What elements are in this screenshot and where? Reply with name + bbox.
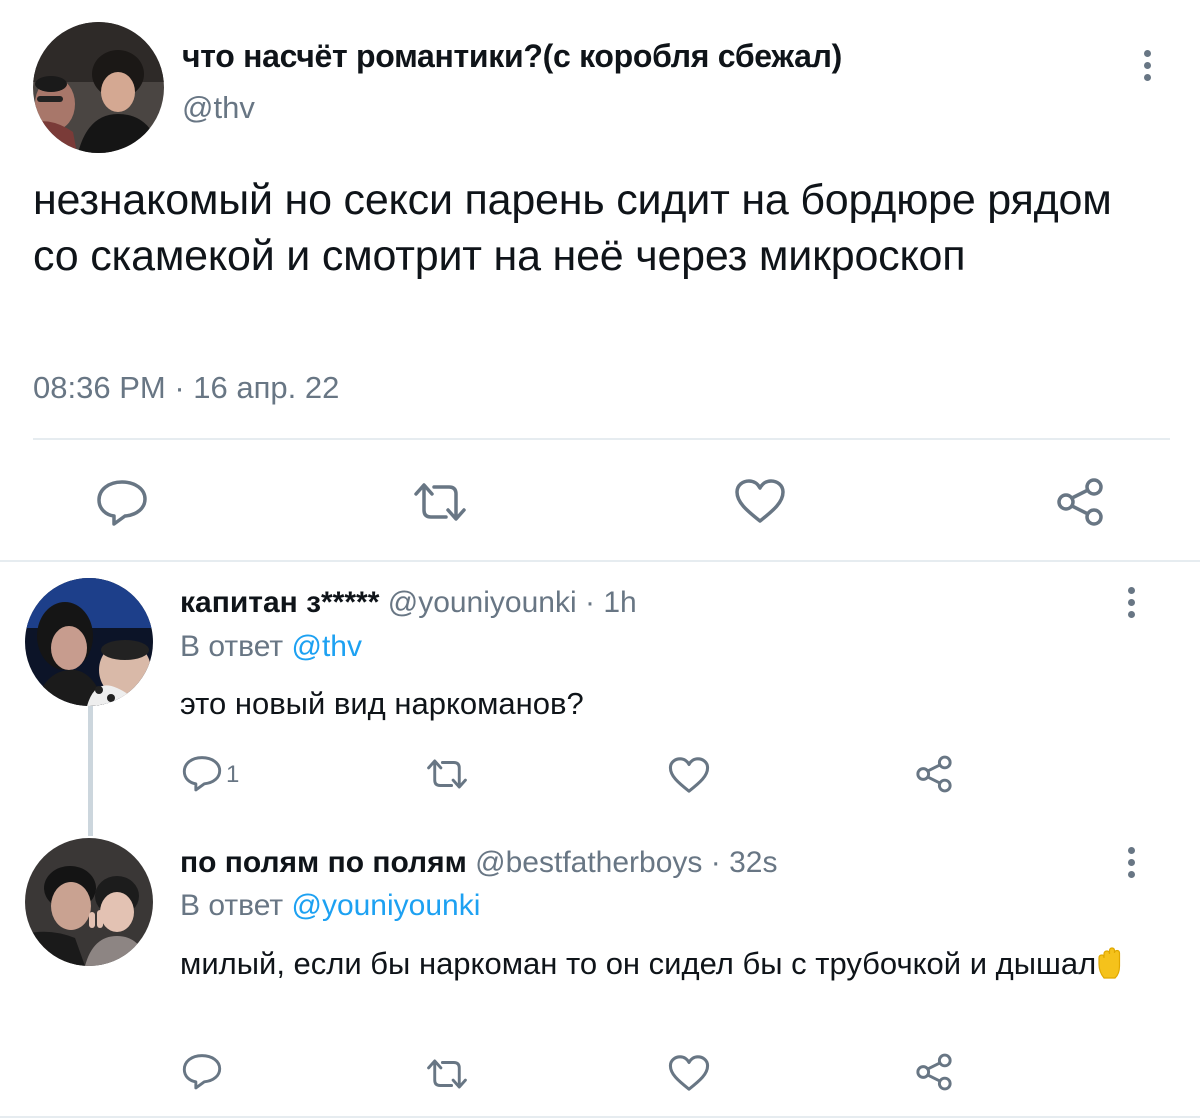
replying-to-label: В ответ — [180, 889, 284, 922]
reply-icon — [97, 480, 147, 526]
bottom-divider — [0, 1116, 1200, 1118]
retweet-button[interactable] — [410, 480, 470, 524]
reply-age: 32s — [729, 846, 778, 879]
share-icon — [916, 755, 952, 793]
retweet-button[interactable] — [424, 1057, 470, 1091]
replying-to-label: В ответ — [180, 630, 284, 663]
reply-display-name[interactable]: по полям по полям — [180, 846, 467, 879]
retweet-icon — [427, 759, 467, 789]
share-icon — [916, 1053, 952, 1091]
tweet-timestamp: 08:36 PM · 16 апр. 22 — [33, 370, 339, 406]
more-options-icon[interactable] — [1125, 587, 1137, 623]
reply-text: это новый вид наркоманов? — [180, 686, 584, 721]
thread-line — [88, 706, 93, 836]
share-button[interactable] — [914, 754, 954, 794]
tweet-date: 16 апр. 22 — [193, 370, 340, 405]
section-divider — [0, 560, 1200, 562]
author-avatar[interactable] — [33, 22, 164, 153]
replying-to: В ответ @thv — [180, 630, 362, 664]
replying-to-link[interactable]: @youniyounki — [291, 889, 480, 922]
raised-hand-emoji — [1096, 946, 1126, 990]
share-button[interactable] — [1054, 476, 1106, 528]
separator-dot: · — [702, 846, 730, 879]
replying-to-link[interactable]: @thv — [291, 630, 361, 663]
like-button[interactable] — [734, 478, 786, 524]
tweet-text: незнакомый но секси парень сидит на борд… — [33, 176, 1112, 280]
reply-count: 1 — [226, 761, 240, 788]
author-display-name[interactable]: что насчёт романтики?(с коробля сбежал) — [182, 38, 842, 75]
reply-button[interactable] — [182, 1052, 222, 1090]
more-options-icon[interactable] — [1125, 847, 1137, 883]
reply-handle[interactable]: @youniyounki — [388, 586, 577, 619]
reply-avatar[interactable] — [25, 578, 153, 706]
retweet-icon — [427, 1059, 467, 1089]
reply-header: по полям по полям @bestfatherboys · 32s — [180, 846, 777, 880]
separator-dot: · — [576, 586, 604, 619]
reply-header: капитан з***** @youniyounki · 1h — [180, 586, 637, 620]
author-handle[interactable]: @thv — [182, 90, 255, 126]
reply-display-name[interactable]: капитан з***** — [180, 586, 379, 619]
reply-handle[interactable]: @bestfatherboys — [475, 846, 702, 879]
separator-dot: · — [165, 370, 194, 405]
retweet-button[interactable] — [424, 757, 470, 791]
reply-avatar[interactable] — [25, 838, 153, 966]
divider — [33, 438, 1170, 440]
reply-icon — [182, 1054, 222, 1090]
reply-text-container: милый, если бы наркоман то он сидел бы с… — [180, 944, 1140, 990]
like-icon — [735, 479, 785, 523]
share-icon — [1057, 478, 1103, 526]
like-button[interactable] — [668, 1054, 710, 1092]
reply-text: милый, если бы наркоман то он сидел бы с… — [180, 946, 1097, 981]
like-icon — [668, 757, 710, 793]
like-button[interactable] — [668, 756, 710, 794]
reply-button[interactable] — [96, 478, 148, 526]
retweet-icon — [414, 483, 466, 521]
reply-age: 1h — [603, 586, 637, 619]
replying-to: В ответ @youniyounki — [180, 889, 480, 923]
like-icon — [668, 1055, 710, 1091]
share-button[interactable] — [914, 1052, 954, 1092]
tweet-time: 08:36 PM — [33, 370, 166, 405]
more-options-icon[interactable] — [1141, 50, 1153, 86]
reply-icon — [182, 756, 222, 792]
reply-button[interactable]: 1 — [182, 754, 239, 792]
